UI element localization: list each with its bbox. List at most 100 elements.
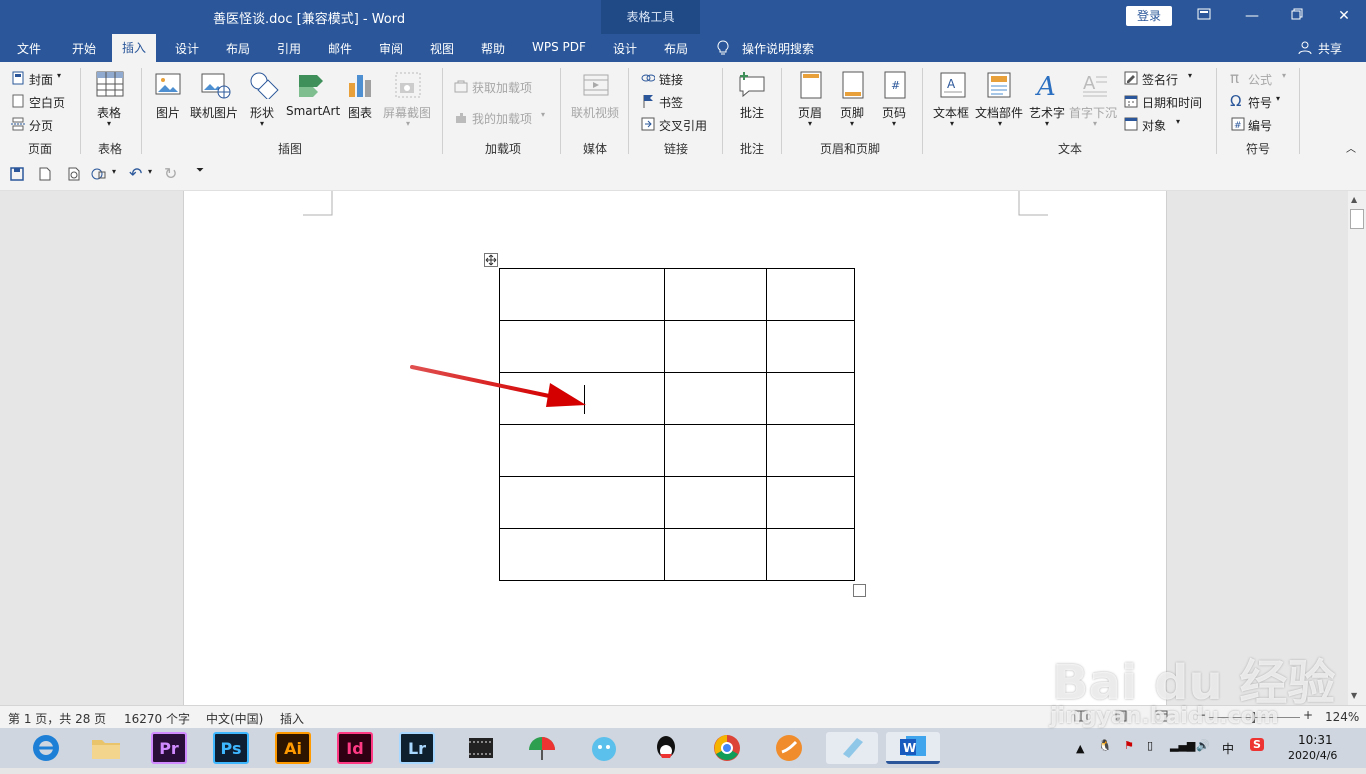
symbol-button[interactable]: 符号: [1248, 94, 1272, 111]
file-explorer-icon[interactable]: [86, 732, 126, 764]
table-move-handle-icon[interactable]: [484, 253, 498, 267]
number-button[interactable]: 编号: [1248, 117, 1272, 134]
chevron-down-icon[interactable]: ▾: [808, 119, 812, 128]
table-cell[interactable]: [664, 372, 767, 425]
chevron-down-icon[interactable]: ▾: [1276, 94, 1280, 103]
link-button[interactable]: 链接: [659, 71, 683, 88]
premiere-icon[interactable]: Pr: [151, 732, 187, 764]
chat-app-icon[interactable]: [584, 732, 624, 764]
shapes-quick-icon[interactable]: [91, 167, 106, 181]
language[interactable]: 中文(中国): [206, 710, 263, 727]
print-preview-icon[interactable]: [67, 167, 81, 181]
table-cell[interactable]: [664, 268, 767, 321]
table-cell[interactable]: [499, 476, 665, 529]
tell-me-search[interactable]: 操作说明搜索: [742, 40, 814, 57]
object-button[interactable]: 对象: [1142, 117, 1166, 134]
tab-help[interactable]: 帮助: [481, 40, 505, 57]
tab-table-layout[interactable]: 布局: [664, 40, 688, 57]
login-button[interactable]: 登录: [1126, 6, 1172, 26]
person-icon[interactable]: [1298, 40, 1312, 57]
tab-view[interactable]: 视图: [430, 40, 454, 57]
tray-expand-icon[interactable]: ▲: [1076, 742, 1084, 755]
zoom-in-button[interactable]: +: [1303, 708, 1313, 722]
cross-reference-button[interactable]: 交叉引用: [659, 117, 707, 134]
tab-table-design[interactable]: 设计: [613, 40, 637, 57]
vertical-scrollbar[interactable]: ▲ ▼: [1348, 191, 1366, 705]
chevron-down-icon[interactable]: ▾: [107, 119, 111, 128]
table-cell[interactable]: [664, 424, 767, 477]
chevron-down-icon[interactable]: ▾: [1188, 71, 1192, 80]
table-cell[interactable]: [499, 424, 665, 477]
tab-references[interactable]: 引用: [277, 40, 301, 57]
close-icon[interactable]: ✕: [1332, 6, 1356, 26]
zoom-level[interactable]: 124%: [1325, 710, 1359, 724]
ribbon-display-icon[interactable]: [1192, 6, 1216, 26]
word-icon[interactable]: W: [886, 732, 940, 764]
bookmark-button[interactable]: 书签: [659, 94, 683, 111]
scroll-down-icon[interactable]: ▼: [1351, 691, 1357, 700]
table-cell[interactable]: [499, 268, 665, 321]
table-cell[interactable]: [664, 320, 767, 373]
umbrella-app-icon[interactable]: [522, 732, 562, 764]
chevron-down-icon[interactable]: ▾: [998, 119, 1002, 128]
table-cell[interactable]: [499, 528, 665, 581]
word-count[interactable]: 16270 个字: [124, 710, 190, 727]
blank-page-button[interactable]: 空白页: [29, 94, 65, 111]
chevron-down-icon[interactable]: ▾: [260, 119, 264, 128]
table-cell[interactable]: [664, 476, 767, 529]
chevron-down-icon[interactable]: ▾: [1045, 119, 1049, 128]
chevron-down-icon[interactable]: ▾: [1176, 117, 1180, 126]
smartart-button[interactable]: SmartArt: [286, 104, 340, 118]
page-count[interactable]: 第 1 页，共 28 页: [8, 710, 106, 727]
tab-mailings[interactable]: 邮件: [328, 40, 352, 57]
tab-home[interactable]: 开始: [72, 40, 96, 57]
table-cell[interactable]: [766, 528, 855, 581]
undo-icon[interactable]: ↶: [129, 164, 142, 183]
save-icon[interactable]: [10, 167, 24, 181]
customize-qat-icon[interactable]: ⏷: [196, 165, 204, 176]
new-comment-button[interactable]: 批注: [740, 104, 764, 121]
lightroom-icon[interactable]: Lr: [399, 732, 435, 764]
online-picture-button[interactable]: 联机图片: [190, 104, 238, 121]
tray-alert-icon[interactable]: ⚑: [1124, 739, 1134, 752]
tray-battery-icon[interactable]: ▯: [1147, 739, 1153, 752]
document-table[interactable]: [499, 268, 855, 581]
insert-mode[interactable]: 插入: [280, 710, 304, 727]
scroll-up-icon[interactable]: ▲: [1351, 195, 1357, 204]
chart-button[interactable]: 图表: [348, 104, 372, 121]
page-break-button[interactable]: 分页: [29, 117, 53, 134]
photoshop-icon[interactable]: Ps: [213, 732, 249, 764]
table-cell[interactable]: [766, 320, 855, 373]
table-cell[interactable]: [766, 372, 855, 425]
tray-volume-icon[interactable]: 🔊: [1196, 739, 1210, 752]
table-cell[interactable]: [766, 476, 855, 529]
tab-insert[interactable]: 插入: [112, 34, 157, 62]
chevron-down-icon[interactable]: ▾: [892, 119, 896, 128]
table-cell[interactable]: [664, 528, 767, 581]
scroll-thumb[interactable]: [1350, 209, 1364, 229]
illustrator-icon[interactable]: Ai: [275, 732, 311, 764]
notes-app-icon[interactable]: [826, 732, 878, 764]
signature-line-button[interactable]: 签名行: [1142, 71, 1178, 88]
chevron-down-icon[interactable]: ▾: [112, 167, 116, 176]
chevron-down-icon[interactable]: ▾: [148, 167, 152, 176]
tab-wps-pdf[interactable]: WPS PDF: [532, 40, 586, 54]
browser-icon[interactable]: [26, 732, 66, 764]
chevron-down-icon[interactable]: ▾: [57, 71, 61, 80]
chrome-icon[interactable]: [707, 732, 747, 764]
date-time-button[interactable]: 日期和时间: [1142, 94, 1202, 111]
table-resize-handle[interactable]: [853, 584, 866, 597]
chevron-down-icon[interactable]: ▾: [950, 119, 954, 128]
document-page[interactable]: Bai du 经验: [183, 191, 1335, 711]
indesign-icon[interactable]: Id: [337, 732, 373, 764]
tab-design[interactable]: 设计: [175, 40, 199, 57]
cover-page-button[interactable]: 封面: [29, 71, 53, 88]
tray-qq-icon[interactable]: 🐧: [1098, 739, 1112, 752]
table-cell[interactable]: [766, 268, 855, 321]
qq-icon[interactable]: [646, 732, 686, 764]
clock-date[interactable]: 2020/4/6: [1288, 749, 1337, 762]
picture-button[interactable]: 图片: [156, 104, 180, 121]
minimize-icon[interactable]: —: [1240, 6, 1264, 26]
tray-network-icon[interactable]: ▂▄▆: [1170, 739, 1195, 752]
restore-icon[interactable]: [1285, 6, 1309, 26]
